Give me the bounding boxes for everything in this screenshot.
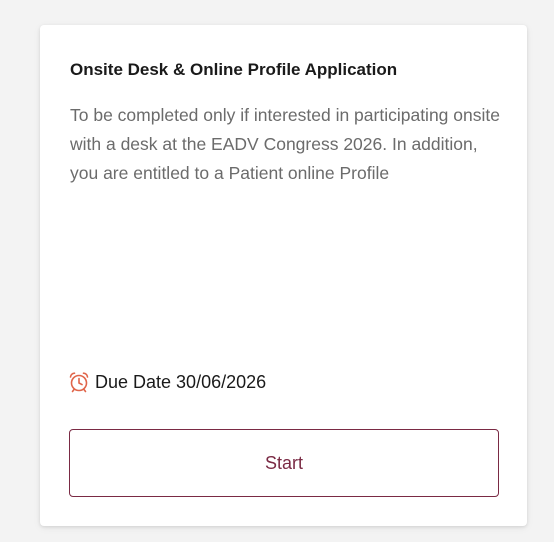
due-date-label: Due Date 30/06/2026 xyxy=(95,371,267,392)
card-title: Onsite Desk & Online Profile Application xyxy=(70,60,398,79)
application-card: Onsite Desk & Online Profile Application… xyxy=(40,25,527,526)
card-description: To be completed only if interested in pa… xyxy=(70,105,500,183)
due-date: Due Date 30/06/2026 xyxy=(68,370,266,394)
alarm-clock-icon xyxy=(68,371,90,393)
start-button[interactable]: Start xyxy=(69,429,499,497)
